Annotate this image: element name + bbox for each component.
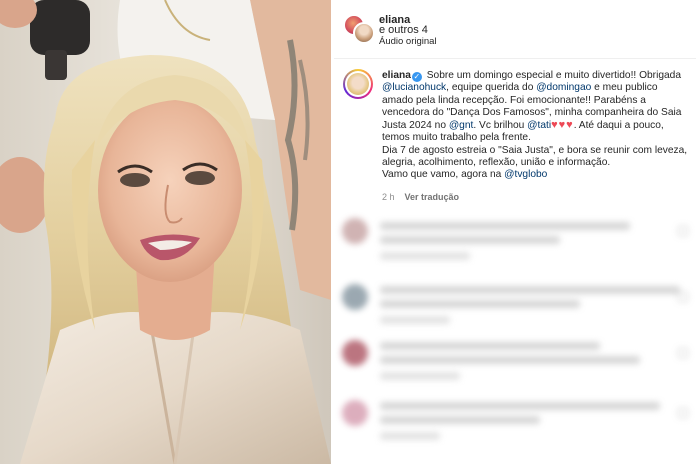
list-item — [334, 270, 696, 330]
heart-outline-icon[interactable] — [678, 408, 688, 418]
collab-avatars[interactable] — [343, 14, 375, 44]
avatar — [353, 22, 375, 44]
instagram-post-panel: eliana e outros 4 Áudio original eliana ✓… — [334, 0, 696, 464]
heart-outline-icon[interactable] — [678, 292, 688, 302]
translate-button[interactable]: Ver tradução — [405, 192, 460, 202]
avatar[interactable] — [343, 69, 373, 99]
mention-link[interactable]: @tati — [527, 120, 551, 131]
caption-text: Vamo que vamo, agora na — [382, 169, 505, 181]
avatar — [342, 400, 368, 426]
header-collab-line: e outros 4 — [379, 24, 428, 36]
list-item — [334, 392, 696, 452]
list-item — [334, 212, 696, 272]
mention-link[interactable]: @lucianohuck — [382, 82, 446, 93]
avatar — [342, 340, 368, 366]
verified-badge-icon: ✓ — [411, 72, 422, 82]
woman-portrait-image — [0, 0, 331, 464]
header-collab-text[interactable]: e outros 4 — [379, 24, 428, 36]
mention-link[interactable]: @gnt — [449, 120, 474, 131]
heart-outline-icon[interactable] — [678, 348, 688, 358]
avatar — [342, 284, 368, 310]
post-meta: 2 h Ver tradução — [382, 192, 459, 202]
caption-text: , equipe querida do — [446, 82, 537, 94]
post-caption: eliana ✓ Sobre um domingo especial e muit… — [382, 70, 690, 182]
avatar — [342, 218, 368, 244]
mention-link[interactable]: @tvglobo — [504, 169, 547, 180]
heart-outline-icon[interactable] — [678, 226, 688, 236]
caption-text: Dia 7 de agosto estreia o "Saia Justa", … — [382, 144, 688, 169]
audio-label[interactable]: Áudio original — [379, 36, 437, 47]
caption-text: . Vc brilhou — [473, 120, 528, 132]
comments-list — [334, 212, 696, 464]
heart-emoji: ♥♥♥ — [551, 119, 574, 132]
post-caption-block: eliana ✓ Sobre um domingo especial e muit… — [334, 66, 696, 211]
caption-text: Sobre um domingo especial e muito divert… — [426, 70, 681, 81]
mention-link[interactable]: @domingao — [536, 82, 591, 93]
caption-username[interactable]: eliana — [382, 70, 411, 81]
post-header: eliana e outros 4 Áudio original — [334, 0, 696, 59]
list-item — [334, 330, 696, 390]
post-photo — [0, 0, 331, 464]
post-time[interactable]: 2 h — [382, 192, 395, 202]
